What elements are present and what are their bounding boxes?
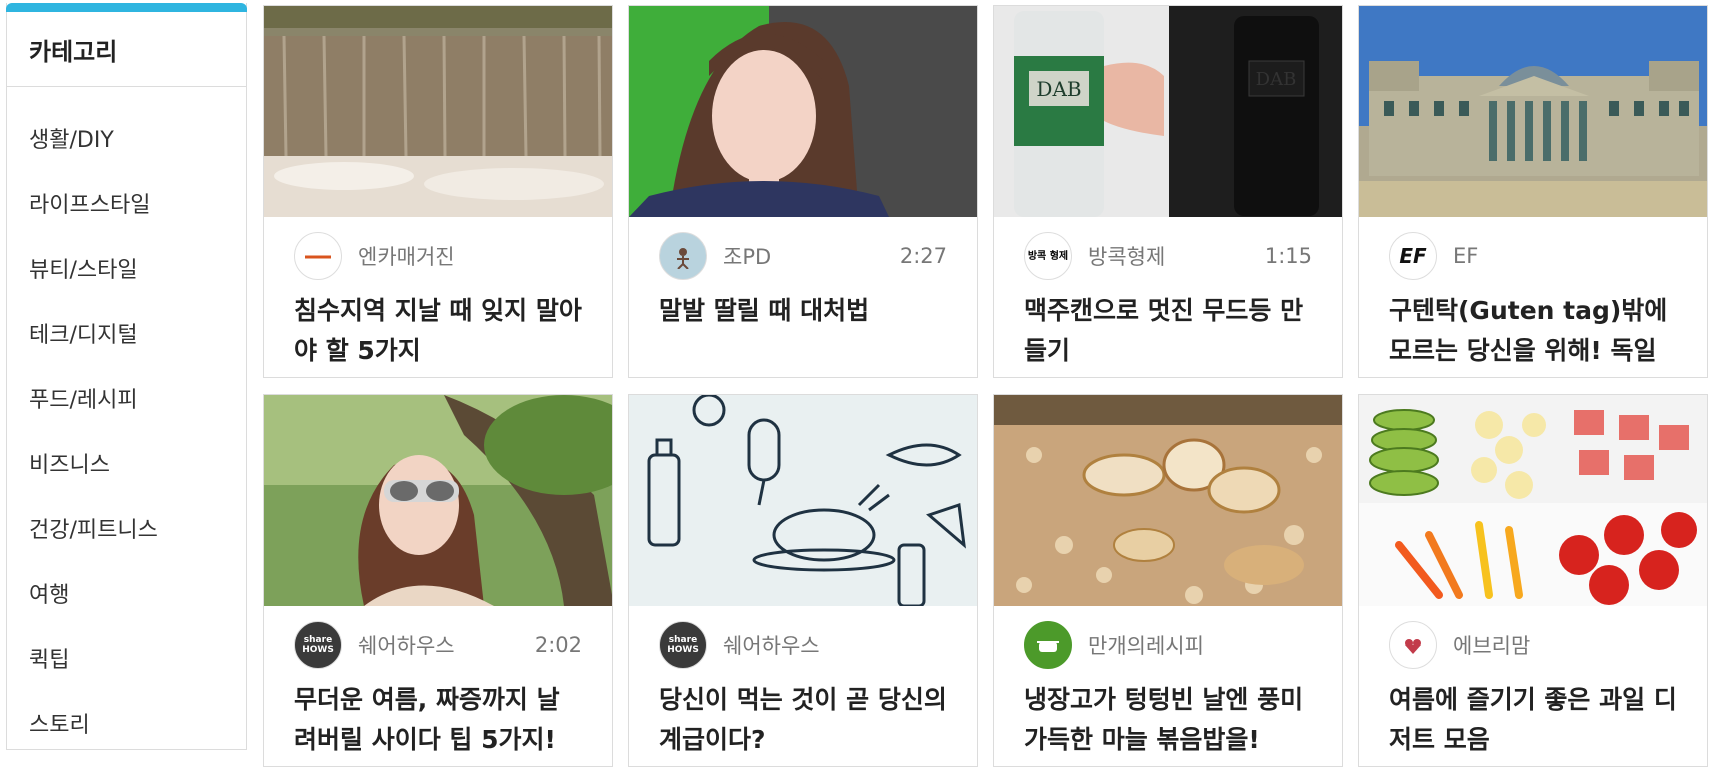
card-meta: 조PD 2:27 <box>629 217 977 295</box>
avatar-logo-text: 방콕 형제 <box>1027 250 1069 262</box>
sidebar-item-travel[interactable]: 여행 <box>7 560 246 625</box>
channel-name[interactable]: 엔카매거진 <box>358 241 582 271</box>
avatar-logo-text: share HOWS <box>302 635 334 655</box>
woman-portrait-thumbnail[interactable] <box>629 6 977 217</box>
everymom-logo-icon[interactable] <box>1389 621 1437 669</box>
waterfall-thumbnail[interactable] <box>264 6 612 217</box>
category-list: 생활/DIY 라이프스타일 뷰티/스타일 테크/디지털 푸드/레시피 비즈니스 … <box>7 105 246 755</box>
food-doodle-thumbnail[interactable] <box>629 395 977 606</box>
category-sidebar: 카테고리 생활/DIY 라이프스타일 뷰티/스타일 테크/디지털 푸드/레시피 … <box>6 3 247 750</box>
fruit-plate-thumbnail[interactable] <box>1359 395 1707 606</box>
sidebar-header: 카테고리 <box>7 12 246 87</box>
10000-recipe-logo-icon[interactable] <box>1024 621 1072 669</box>
beer-cans-thumbnail[interactable]: DAB DAB <box>994 6 1342 217</box>
video-card[interactable]: 에브리맘 여름에 즐기기 좋은 과일 디저트 모음 <box>1358 394 1708 767</box>
video-duration: 2:02 <box>534 633 582 657</box>
avatar-logo-text: EF <box>1399 244 1427 268</box>
jopd-avatar-icon[interactable] <box>659 232 707 280</box>
card-meta: share HOWS 쉐어하우스 <box>629 606 977 684</box>
sidebar-item-food-recipe[interactable]: 푸드/레시피 <box>7 365 246 430</box>
card-meta: 만개의레시피 <box>994 606 1342 684</box>
channel-name[interactable]: EF <box>1453 244 1677 268</box>
video-card[interactable]: 만개의레시피 냉장고가 텅텅빈 날엔 풍미 가득한 마늘 볶음밥을! <box>993 394 1343 767</box>
card-title[interactable]: 여름에 즐기기 좋은 과일 디저트 모음 <box>1359 680 1707 760</box>
sharehows-logo-icon[interactable]: share HOWS <box>659 621 707 669</box>
video-card[interactable]: share HOWS 쉐어하우스 2:02 무더운 여름, 짜증까지 날려버릴 … <box>263 394 613 767</box>
card-title[interactable]: 침수지역 지날 때 잊지 말아야 할 5가지 <box>264 291 612 371</box>
ef-logo-icon[interactable]: EF <box>1389 232 1437 280</box>
sidebar-accent-bar <box>6 3 247 12</box>
card-title[interactable]: 당신이 먹는 것이 곧 당신의 계급이다? <box>629 680 977 760</box>
sidebar-item-tech-digital[interactable]: 테크/디지털 <box>7 300 246 365</box>
video-card[interactable]: EF EF 구텐탁(Guten tag)밖에 모르는 당신을 위해! 독일 <box>1358 5 1708 378</box>
svg-text:DAB: DAB <box>1256 69 1297 90</box>
video-card[interactable]: 조PD 2:27 말발 딸릴 때 대처법 <box>628 5 978 378</box>
card-title[interactable]: 말발 딸릴 때 대처법 <box>629 291 977 331</box>
sidebar-item-lifestyle[interactable]: 라이프스타일 <box>7 170 246 235</box>
channel-name[interactable]: 쉐어하우스 <box>358 630 535 660</box>
sidebar-item-life-diy[interactable]: 생활/DIY <box>7 105 246 170</box>
sidebar-item-beauty-style[interactable]: 뷰티/스타일 <box>7 235 246 300</box>
card-title[interactable]: 냉장고가 텅텅빈 날엔 풍미 가득한 마늘 볶음밥을! <box>994 680 1342 760</box>
channel-name[interactable]: 만개의레시피 <box>1088 630 1312 660</box>
card-meta: EF EF <box>1359 217 1707 295</box>
woman-sunglasses-thumbnail[interactable] <box>264 395 612 606</box>
sidebar-item-business[interactable]: 비즈니스 <box>7 430 246 495</box>
card-title[interactable]: 무더운 여름, 짜증까지 날려버릴 사이다 팁 5가지! <box>264 680 612 760</box>
svg-text:DAB: DAB <box>1036 77 1081 101</box>
bangkok-brothers-logo-icon[interactable]: 방콕 형제 <box>1024 232 1072 280</box>
sidebar-item-health-fitness[interactable]: 건강/피트니스 <box>7 495 246 560</box>
card-meta: 에브리맘 <box>1359 606 1707 684</box>
sidebar-item-story[interactable]: 스토리 <box>7 690 246 755</box>
video-card[interactable]: share HOWS 쉐어하우스 당신이 먹는 것이 곧 당신의 계급이다? <box>628 394 978 767</box>
avatar-logo-text: share HOWS <box>667 635 699 655</box>
video-duration: 1:15 <box>1264 244 1312 268</box>
card-title[interactable]: 구텐탁(Guten tag)밖에 모르는 당신을 위해! 독일 <box>1359 291 1707 371</box>
card-meta: 엔카매거진 <box>264 217 612 295</box>
channel-name[interactable]: 에브리맘 <box>1453 630 1677 660</box>
sharehows-logo-icon[interactable]: share HOWS <box>294 621 342 669</box>
video-duration: 2:27 <box>899 244 947 268</box>
video-card[interactable]: 엔카매거진 침수지역 지날 때 잊지 말아야 할 5가지 <box>263 5 613 378</box>
garlic-rice-thumbnail[interactable] <box>994 395 1342 606</box>
video-card[interactable]: DAB DAB 방콕 형제 방콕형제 1:15 맥주캔으로 멋진 무드등 만들기 <box>993 5 1343 378</box>
card-title[interactable]: 맥주캔으로 멋진 무드등 만들기 <box>994 291 1342 371</box>
card-meta: share HOWS 쉐어하우스 2:02 <box>264 606 612 684</box>
reichstag-thumbnail[interactable] <box>1359 6 1707 217</box>
card-meta: 방콕 형제 방콕형제 1:15 <box>994 217 1342 295</box>
channel-name[interactable]: 쉐어하우스 <box>723 630 947 660</box>
channel-name[interactable]: 조PD <box>723 241 900 271</box>
sidebar-item-quicktip[interactable]: 퀵팁 <box>7 625 246 690</box>
channel-name[interactable]: 방콕형제 <box>1088 241 1265 271</box>
encar-logo-icon[interactable] <box>294 232 342 280</box>
